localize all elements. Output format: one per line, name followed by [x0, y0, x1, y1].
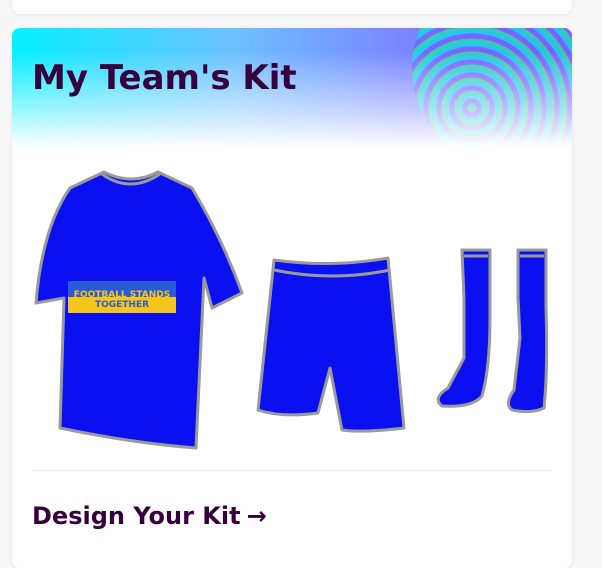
kit-sock-right — [507, 248, 549, 414]
kit-illustration: FOOTBALL STANDS TOGETHER — [34, 170, 549, 450]
previous-card — [12, 0, 572, 14]
my-teams-kit-card: My Team's Kit FOOTBALL STANDS TOGETHER D… — [12, 28, 572, 568]
kit-sock-left — [436, 248, 492, 408]
design-your-kit-link[interactable]: Design Your Kit → — [32, 502, 267, 530]
arrow-right-icon: → — [246, 502, 267, 530]
shirt-badge: FOOTBALL STANDS TOGETHER — [68, 281, 176, 313]
badge-line-2: TOGETHER — [95, 300, 149, 310]
card-title: My Team's Kit — [32, 58, 297, 98]
kit-shorts — [256, 256, 406, 433]
card-header: My Team's Kit — [12, 28, 572, 148]
card-divider — [32, 470, 552, 471]
kit-shirt: FOOTBALL STANDS TOGETHER — [34, 170, 244, 450]
design-your-kit-label: Design Your Kit — [32, 502, 241, 530]
badge-line-1: FOOTBALL STANDS — [74, 290, 170, 300]
